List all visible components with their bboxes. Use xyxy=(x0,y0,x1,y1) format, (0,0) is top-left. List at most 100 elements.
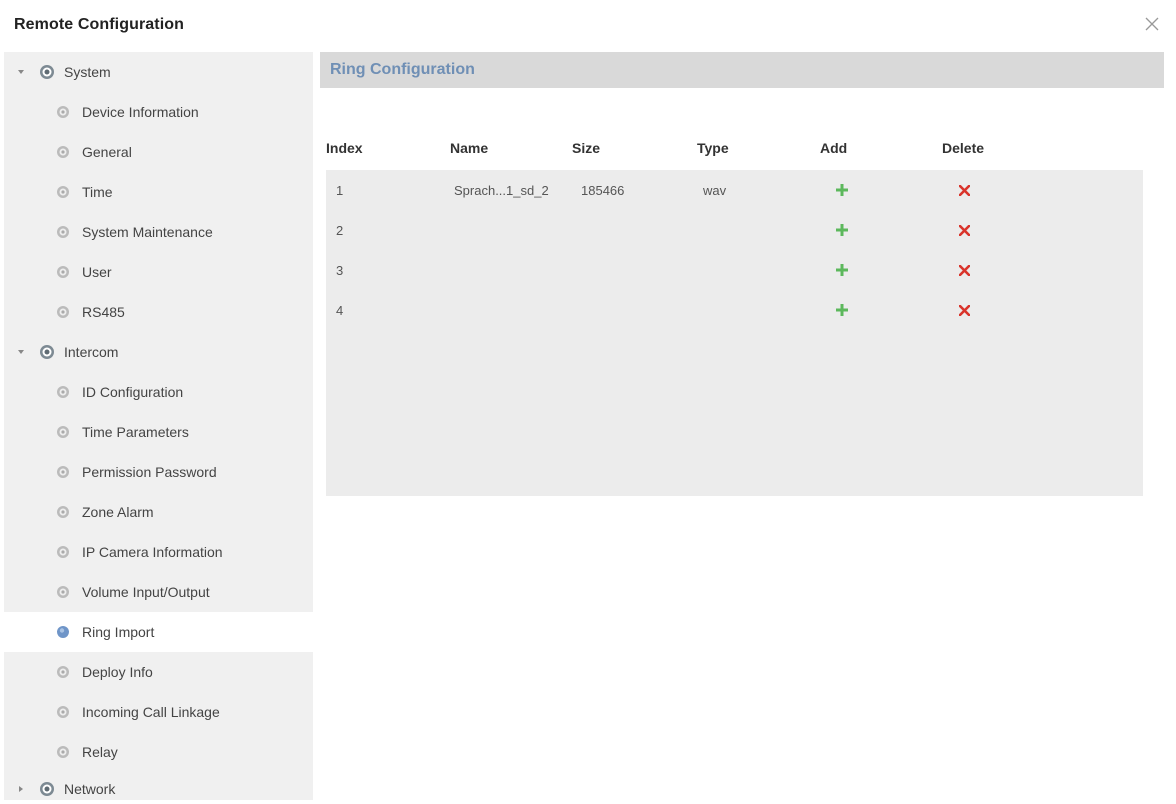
sidebar-item-id-configuration[interactable]: ID Configuration xyxy=(4,372,313,412)
close-button[interactable] xyxy=(1142,14,1162,34)
gear-icon xyxy=(56,665,70,679)
main-panel: Ring Configuration Index Name Size Type … xyxy=(320,52,1164,800)
gear-icon xyxy=(38,780,56,798)
x-icon xyxy=(958,184,970,196)
column-header-size: Size xyxy=(572,140,601,156)
gear-icon xyxy=(56,385,70,399)
column-header-name: Name xyxy=(450,140,489,156)
sidebar-item-label: IP Camera Information xyxy=(82,544,223,560)
sidebar-item-ring-import[interactable]: Ring Import xyxy=(4,612,313,652)
sidebar-item-general[interactable]: General xyxy=(4,132,313,172)
tree-group-intercom[interactable]: Intercom xyxy=(4,332,313,372)
sidebar-item-relay[interactable]: Relay xyxy=(4,732,313,772)
sidebar-tree: System Device Information General Time S… xyxy=(4,52,313,800)
column-header-add: Add xyxy=(820,140,848,156)
close-icon xyxy=(1145,17,1159,31)
gear-icon xyxy=(56,425,70,439)
ring-table: 1 Sprach...1_sd_2 185466 wav 2 3 4 xyxy=(326,170,1143,496)
table-row[interactable]: 3 xyxy=(326,250,1143,290)
gear-icon xyxy=(56,545,70,559)
tree-group-label: Intercom xyxy=(64,344,119,360)
x-icon xyxy=(958,224,970,236)
sidebar-item-label: General xyxy=(82,144,132,160)
delete-button[interactable] xyxy=(954,170,974,210)
expand-arrow-icon[interactable] xyxy=(16,347,26,357)
sidebar-item-label: Zone Alarm xyxy=(82,504,154,520)
sidebar-item-label: Ring Import xyxy=(82,624,155,640)
sidebar-item-label: Incoming Call Linkage xyxy=(82,704,220,720)
plus-icon xyxy=(836,304,848,316)
row-size: 185466 xyxy=(581,182,625,198)
sidebar-item-label: Time Parameters xyxy=(82,424,189,440)
plus-icon xyxy=(836,184,848,196)
sidebar-item-label: ID Configuration xyxy=(82,384,184,400)
sidebar-item-label: Deploy Info xyxy=(82,664,153,680)
plus-icon xyxy=(836,224,848,236)
sidebar-item-rs485[interactable]: RS485 xyxy=(4,292,313,332)
sidebar-item-user[interactable]: User xyxy=(4,252,313,292)
expand-arrow-icon[interactable] xyxy=(16,67,26,77)
add-button[interactable] xyxy=(832,170,852,210)
row-index: 4 xyxy=(336,302,344,318)
tree-group-label: Network xyxy=(64,781,116,797)
gear-icon xyxy=(56,105,70,119)
tree-group-network[interactable]: Network xyxy=(4,769,313,800)
sidebar-item-time-parameters[interactable]: Time Parameters xyxy=(4,412,313,452)
add-button[interactable] xyxy=(832,290,852,330)
sidebar-item-label: RS485 xyxy=(82,304,125,320)
gear-icon xyxy=(56,145,70,159)
gear-icon xyxy=(56,265,70,279)
column-header-type: Type xyxy=(697,140,729,156)
page-title: Ring Configuration xyxy=(330,61,475,78)
sidebar-item-system-maintenance[interactable]: System Maintenance xyxy=(4,212,313,252)
row-index: 2 xyxy=(336,222,344,238)
table-row[interactable]: 4 xyxy=(326,290,1143,330)
gear-icon xyxy=(38,343,56,361)
row-name: Sprach...1_sd_2 xyxy=(454,182,549,198)
delete-button[interactable] xyxy=(954,210,974,250)
sidebar-item-label: Relay xyxy=(82,744,118,760)
row-type: wav xyxy=(703,182,727,198)
sidebar-item-device-information[interactable]: Device Information xyxy=(4,92,313,132)
delete-button[interactable] xyxy=(954,290,974,330)
section-header: Ring Configuration xyxy=(320,52,1164,88)
sidebar-item-ip-camera-information[interactable]: IP Camera Information xyxy=(4,532,313,572)
tree-group-label: System xyxy=(64,64,111,80)
delete-button[interactable] xyxy=(954,250,974,290)
column-header-delete: Delete xyxy=(942,140,985,156)
sidebar-item-label: User xyxy=(82,264,112,280)
gear-icon xyxy=(56,225,70,239)
x-icon xyxy=(958,264,970,276)
gear-icon xyxy=(56,185,70,199)
sidebar-item-volume-input-output[interactable]: Volume Input/Output xyxy=(4,572,313,612)
table-row[interactable]: 1 Sprach...1_sd_2 185466 wav xyxy=(326,170,1143,210)
collapse-arrow-icon[interactable] xyxy=(16,784,26,794)
add-button[interactable] xyxy=(832,250,852,290)
sidebar-item-incoming-call-linkage[interactable]: Incoming Call Linkage xyxy=(4,692,313,732)
sidebar-item-zone-alarm[interactable]: Zone Alarm xyxy=(4,492,313,532)
sidebar-item-label: Time xyxy=(82,184,113,200)
sidebar-item-label: Volume Input/Output xyxy=(82,584,210,600)
gear-icon xyxy=(56,505,70,519)
sidebar-item-label: Device Information xyxy=(82,104,199,120)
gear-icon xyxy=(56,705,70,719)
sidebar-item-permission-password[interactable]: Permission Password xyxy=(4,452,313,492)
gear-icon xyxy=(56,745,70,759)
row-index: 1 xyxy=(336,182,344,198)
radio-dot-icon xyxy=(56,625,70,639)
gear-icon xyxy=(56,585,70,599)
tree-group-system[interactable]: System xyxy=(4,52,313,92)
sidebar-item-label: System Maintenance xyxy=(82,224,213,240)
sidebar-item-time[interactable]: Time xyxy=(4,172,313,212)
window-title: Remote Configuration xyxy=(14,16,184,33)
sidebar-item-deploy-info[interactable]: Deploy Info xyxy=(4,652,313,692)
gear-icon xyxy=(56,305,70,319)
gear-icon xyxy=(56,465,70,479)
row-index: 3 xyxy=(336,262,344,278)
x-icon xyxy=(958,304,970,316)
gear-icon xyxy=(38,63,56,81)
add-button[interactable] xyxy=(832,210,852,250)
table-row[interactable]: 2 xyxy=(326,210,1143,250)
column-header-index: Index xyxy=(326,140,363,156)
sidebar-item-label: Permission Password xyxy=(82,464,217,480)
